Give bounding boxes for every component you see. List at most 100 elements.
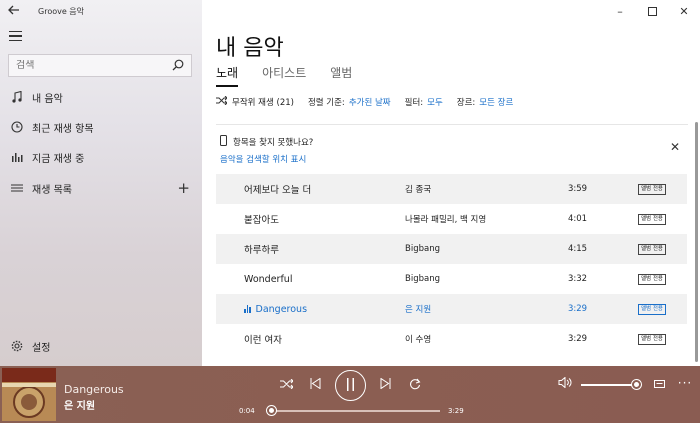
song-row[interactable]: 이런 여자 이 수영 3:29 앨범 전용 xyxy=(216,324,687,354)
song-artist: Bigbang xyxy=(405,274,440,284)
album-art[interactable] xyxy=(2,368,56,421)
shuffle-button[interactable] xyxy=(278,378,294,392)
sidebar-item-playlists[interactable]: 재생 목록 + xyxy=(0,173,202,203)
shuffle-icon xyxy=(279,378,294,392)
previous-button[interactable] xyxy=(307,377,323,392)
song-artist: 나몰라 패밀리, 백 지영 xyxy=(405,215,487,225)
shuffle-label: 무작위 재생 (21) xyxy=(232,98,294,108)
song-duration: 4:01 xyxy=(568,214,588,224)
filter-value: 모두 xyxy=(427,98,443,108)
show-music-locations-link[interactable]: 음악을 검색할 위치 표시 xyxy=(220,153,313,165)
close-notice-icon[interactable]: ✕ xyxy=(670,140,680,154)
mini-player-button[interactable] xyxy=(651,378,667,390)
notice-question: 항목을 찾지 못했나요? xyxy=(233,138,314,148)
hamburger-menu-icon[interactable] xyxy=(9,31,22,44)
add-playlist-icon[interactable]: + xyxy=(177,179,190,197)
filter-label: 필터: xyxy=(404,98,424,108)
genre-label: 장르: xyxy=(456,98,476,108)
search-box[interactable] xyxy=(8,54,192,77)
sidebar-item-settings[interactable]: 설정 xyxy=(0,331,202,361)
tab-albums[interactable]: 앨범 xyxy=(330,64,352,87)
volume-button[interactable] xyxy=(557,376,573,391)
title-bar: Groove 음악 xyxy=(0,0,202,22)
sort-value: 추가된 날짜 xyxy=(348,98,391,108)
sidebar-item-recent[interactable]: 최근 재생 항목 xyxy=(0,112,202,142)
divider xyxy=(216,124,688,125)
song-duration: 3:59 xyxy=(568,184,588,194)
page-title: 내 음악 xyxy=(216,36,284,61)
song-artist: 은 지원 xyxy=(405,305,432,315)
total-time: 3:29 xyxy=(448,407,464,415)
filter-bar: 무작위 재생 (21) 정렬 기준: 추가된 날짜 필터: 모두 장르: 모든 … xyxy=(216,95,527,108)
search-icon[interactable] xyxy=(172,59,184,74)
album-only-badge: 앨범 전용 xyxy=(638,273,666,285)
album-only-badge: 앨범 전용 xyxy=(638,213,666,225)
song-title: Wonderful xyxy=(244,273,293,285)
shuffle-icon xyxy=(216,95,228,108)
genre-value: 모든 장르 xyxy=(479,98,514,108)
now-playing-artist: 은 지원 xyxy=(64,401,96,412)
volume-slider[interactable] xyxy=(581,380,641,389)
song-title: 어제보다 오늘 더 xyxy=(244,185,312,196)
pause-icon xyxy=(346,377,355,394)
song-artist: Bigbang xyxy=(405,244,440,254)
album-only-badge: 앨범 전용 xyxy=(638,303,666,315)
scrollbar[interactable] xyxy=(695,122,698,362)
album-only-badge: 앨범 전용 xyxy=(638,333,666,345)
song-row[interactable]: 어제보다 오늘 더 김 종국 3:59 앨범 전용 xyxy=(216,174,687,204)
song-artist: 이 수영 xyxy=(405,335,432,345)
window-controls: – ✕ xyxy=(604,0,700,22)
filter-dropdown[interactable]: 필터: 모두 xyxy=(405,96,443,108)
pause-button[interactable] xyxy=(335,370,366,401)
song-row[interactable]: 하루하루 Bigbang 4:15 앨범 전용 xyxy=(216,234,687,264)
song-row-now-playing[interactable]: Dangerous 은 지원 3:29 앨범 전용 xyxy=(216,294,687,324)
sidebar-item-label: 내 음악 xyxy=(32,93,63,105)
song-duration: 4:15 xyxy=(568,244,588,254)
song-duration: 3:29 xyxy=(568,304,588,314)
more-options-icon[interactable]: ··· xyxy=(677,376,693,390)
song-title: 붙잡아도 xyxy=(244,215,279,226)
tab-songs[interactable]: 노래 xyxy=(216,64,239,87)
volume-handle[interactable] xyxy=(632,380,641,389)
song-row[interactable]: 붙잡아도 나몰라 패밀리, 백 지영 4:01 앨범 전용 xyxy=(216,204,687,234)
next-button[interactable] xyxy=(377,377,393,392)
playing-indicator-icon xyxy=(244,305,252,313)
mini-player-icon xyxy=(653,378,665,391)
sidebar-item-now-playing[interactable]: 지금 재생 중 xyxy=(0,142,202,172)
genre-dropdown[interactable]: 장르: 모든 장르 xyxy=(457,96,514,108)
phone-icon xyxy=(220,135,227,149)
tab-bar: 노래 아티스트 앨범 xyxy=(216,64,376,87)
clock-icon xyxy=(10,120,24,134)
repeat-icon xyxy=(409,378,421,393)
close-window-icon[interactable]: ✕ xyxy=(668,0,700,22)
sort-dropdown[interactable]: 정렬 기준: 추가된 날짜 xyxy=(308,96,391,108)
seek-bar[interactable] xyxy=(267,406,440,415)
song-duration: 3:29 xyxy=(568,334,588,344)
song-title: Dangerous xyxy=(244,304,307,315)
minimize-icon[interactable]: – xyxy=(604,0,636,22)
sidebar-item-label: 재생 목록 xyxy=(32,184,72,196)
sort-label: 정렬 기준: xyxy=(307,98,345,108)
music-note-icon xyxy=(10,90,24,104)
speaker-icon xyxy=(558,376,572,391)
back-arrow-icon[interactable] xyxy=(8,4,22,18)
song-title: 이런 여자 xyxy=(244,335,282,346)
now-playing-title: Dangerous xyxy=(64,383,124,396)
playlist-icon xyxy=(10,181,24,195)
sidebar-item-my-music[interactable]: 내 음악 xyxy=(0,82,202,112)
album-only-badge: 앨범 전용 xyxy=(638,183,666,195)
missing-music-notice: 항목을 찾지 못했나요? 음악을 검색할 위치 표시 xyxy=(220,135,313,165)
song-row[interactable]: Wonderful Bigbang 3:32 앨범 전용 xyxy=(216,264,687,294)
sidebar: Groove 음악 내 음악 최근 재생 항목 지금 재생 중 재생 목록 + xyxy=(0,0,202,366)
repeat-button[interactable] xyxy=(407,378,423,392)
maximize-icon[interactable] xyxy=(636,0,668,22)
now-playing-bars-icon xyxy=(10,150,24,164)
app-title: Groove 음악 xyxy=(38,6,85,16)
sidebar-item-label: 지금 재생 중 xyxy=(32,153,85,165)
tab-artists[interactable]: 아티스트 xyxy=(262,64,306,87)
next-icon xyxy=(380,377,391,392)
shuffle-all-button[interactable]: 무작위 재생 (21) xyxy=(216,95,294,108)
search-input[interactable] xyxy=(16,60,166,71)
seek-handle[interactable] xyxy=(267,406,277,415)
song-duration: 3:32 xyxy=(568,274,588,284)
